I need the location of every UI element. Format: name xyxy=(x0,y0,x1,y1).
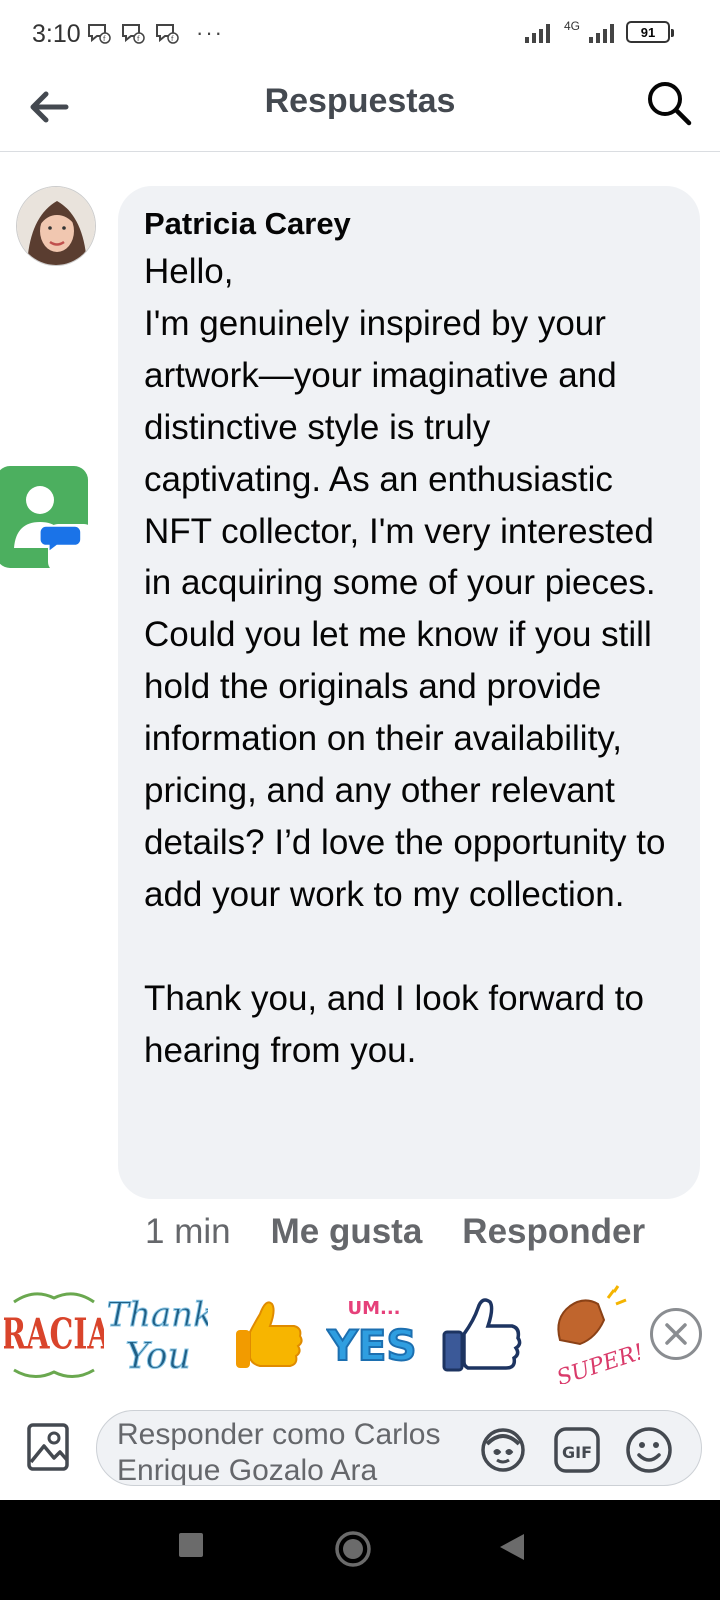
reply-composer: Responder como Carlos Enrique Gozalo Ara… xyxy=(0,1400,720,1500)
reply-input[interactable]: Responder como Carlos Enrique Gozalo Ara… xyxy=(96,1410,702,1486)
svg-text:GRACIAS: GRACIAS xyxy=(4,1309,104,1358)
sticker-gracias[interactable]: GRACIAS xyxy=(4,1284,104,1384)
messenger-notification-icon: f xyxy=(88,24,111,44)
network-type: 4G xyxy=(563,19,580,33)
back-button-icon[interactable] xyxy=(498,1532,526,1562)
gif-icon[interactable]: GIF xyxy=(551,1424,603,1476)
svg-text:GIF: GIF xyxy=(562,1443,592,1462)
sticker-thank-you[interactable]: Thank You xyxy=(108,1284,208,1384)
home-button-icon[interactable] xyxy=(334,1530,372,1568)
sticker-um-yes[interactable]: UM... YES xyxy=(326,1284,426,1384)
svg-text:Thank: Thank xyxy=(108,1295,208,1335)
comment-timestamp: 1 min xyxy=(145,1212,231,1251)
comment-bubble[interactable]: Patricia Carey Hello, I'm genuinely insp… xyxy=(118,186,700,1199)
sticker-thumbs-up[interactable] xyxy=(220,1284,320,1384)
signal-4g-icon xyxy=(589,24,614,43)
reply-input-placeholder: Responder como Carlos Enrique Gozalo Ara xyxy=(117,1418,441,1486)
status-bar: 3:10 f f f ··· 4G 91 xyxy=(0,0,720,68)
sticker-super[interactable]: SUPER! xyxy=(540,1284,640,1384)
close-icon xyxy=(665,1323,687,1345)
messenger-notification-icon: f xyxy=(122,24,145,44)
close-stickers-button[interactable] xyxy=(650,1308,702,1360)
emoji-icon[interactable] xyxy=(623,1424,675,1476)
reply-button[interactable]: Responder xyxy=(462,1212,645,1252)
search-icon[interactable] xyxy=(644,78,694,128)
comment-actions: 1 min Me gusta Responder xyxy=(145,1212,685,1252)
more-notifications-icon: ··· xyxy=(196,20,224,45)
like-button[interactable]: Me gusta xyxy=(271,1212,423,1252)
svg-text:SUPER!: SUPER! xyxy=(554,1340,640,1384)
notification-icons: f f f ··· xyxy=(86,20,224,46)
svg-text:You: You xyxy=(125,1336,191,1377)
svg-text:UM...: UM... xyxy=(347,1298,400,1319)
sticker-like[interactable] xyxy=(432,1284,532,1384)
status-time: 3:10 xyxy=(32,20,81,48)
avatar-photo xyxy=(17,187,95,265)
system-navigation-bar xyxy=(0,1500,720,1600)
avatar-sticker-icon[interactable] xyxy=(477,1424,529,1476)
app-header: Respuestas xyxy=(0,68,720,152)
comment-text: Hello, I'm genuinely inspired by your ar… xyxy=(144,252,666,1070)
floating-contact-chat-icon[interactable] xyxy=(0,466,96,582)
messenger-notification-icon: f xyxy=(156,24,179,44)
status-indicators: 4G 91 xyxy=(524,19,674,44)
battery-level: 91 xyxy=(640,24,656,40)
photo-icon[interactable] xyxy=(26,1422,70,1472)
sticker-suggestions: GRACIAS Thank You UM... YES SUPER! xyxy=(0,1284,720,1396)
avatar[interactable] xyxy=(16,186,96,266)
recents-button-icon[interactable] xyxy=(178,1532,204,1558)
comment-author[interactable]: Patricia Carey xyxy=(144,204,676,244)
signal-icon xyxy=(524,24,550,43)
battery-icon: 91 xyxy=(626,21,674,43)
page-title: Respuestas xyxy=(264,82,456,120)
svg-text:YES: YES xyxy=(326,1321,416,1370)
